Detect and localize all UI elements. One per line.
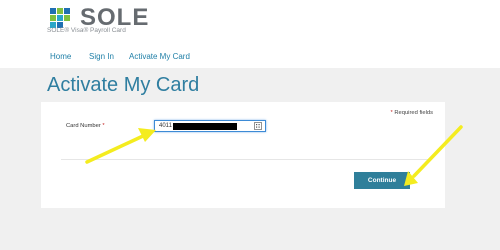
keypad-icon[interactable] bbox=[254, 122, 262, 130]
card-number-value: 4011 bbox=[159, 123, 172, 129]
site-header: SOLE SOLE® Visa® Payroll Card Home Sign … bbox=[0, 0, 500, 68]
continue-button[interactable]: Continue bbox=[354, 172, 410, 189]
nav-sign-in[interactable]: Sign In bbox=[89, 50, 114, 64]
required-note-text: Required fields bbox=[394, 110, 433, 116]
nav-home[interactable]: Home bbox=[50, 50, 71, 64]
page-title: Activate My Card bbox=[47, 74, 200, 96]
card-number-label-text: Card Number bbox=[66, 123, 101, 129]
activation-form-card: * Required fields Card Number * 4011 Con… bbox=[41, 102, 445, 208]
card-number-input[interactable]: 4011 bbox=[154, 120, 266, 132]
logo-subtitle: SOLE® Visa® Payroll Card bbox=[47, 27, 126, 34]
required-fields-note: * Required fields bbox=[390, 110, 433, 116]
required-star: * bbox=[390, 110, 393, 116]
redaction-bar bbox=[173, 123, 237, 130]
form-divider bbox=[61, 159, 431, 160]
required-star: * bbox=[102, 123, 105, 129]
nav-activate-my-card[interactable]: Activate My Card bbox=[129, 50, 190, 64]
card-number-label: Card Number * bbox=[66, 123, 105, 129]
